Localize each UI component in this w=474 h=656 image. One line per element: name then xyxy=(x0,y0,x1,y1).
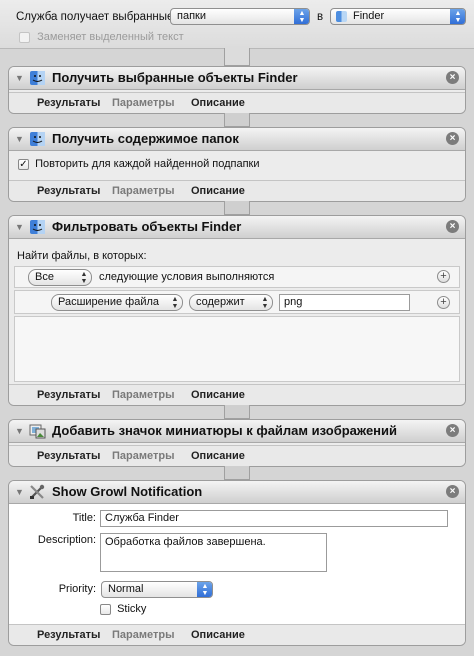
application-value: Finder xyxy=(353,10,385,22)
match-mode-popup[interactable]: Все ▲ ▼ xyxy=(28,269,92,286)
options-tab[interactable]: Параметры xyxy=(112,185,174,197)
action-footer: Результаты Параметры Описание xyxy=(9,92,465,113)
description-tab[interactable]: Описание xyxy=(191,629,245,641)
description-tab[interactable]: Описание xyxy=(191,389,245,401)
results-tab[interactable]: Результаты xyxy=(37,629,100,641)
priority-value: Normal xyxy=(108,583,144,595)
disclosure-triangle-icon[interactable]: ▼ xyxy=(15,73,25,83)
replaces-text-label: Заменяет выделенный текст xyxy=(37,31,184,43)
criterion-attribute-value: Расширение файла xyxy=(58,296,160,308)
disclosure-triangle-icon[interactable]: ▼ xyxy=(15,487,25,497)
add-condition-icon[interactable]: + xyxy=(437,270,450,283)
action-filter-finder-items: ▼ Фильтровать объекты Finder × Найти фай… xyxy=(8,215,466,406)
growl-options-panel: Title: Служба Finder Description: Обрабо… xyxy=(9,504,465,626)
action-header[interactable]: ▼ Получить содержимое папок × xyxy=(9,128,465,151)
sticky-checkbox[interactable] xyxy=(100,603,111,615)
action-footer: Результаты Параметры Описание xyxy=(9,445,465,466)
application-popup[interactable]: Finder ▲ ▼ xyxy=(330,8,466,25)
close-icon[interactable]: × xyxy=(446,220,459,233)
popup-arrows-icon: ▲ ▼ xyxy=(171,295,179,310)
action-add-thumbnail-icon: ▼ Добавить значок миниатюры к файлам изо… xyxy=(8,419,466,467)
action-show-growl-notification: ▼ Show Growl Notification × Title: Служб… xyxy=(8,480,466,646)
description-tab[interactable]: Описание xyxy=(191,97,245,109)
image-thumbnail-icon xyxy=(29,424,46,439)
criteria-empty-area xyxy=(14,316,460,382)
growl-tools-icon xyxy=(30,484,45,499)
finder-icon xyxy=(30,132,45,146)
finder-icon xyxy=(30,71,45,85)
results-tab[interactable]: Результаты xyxy=(37,97,100,109)
criterion-value-field[interactable]: png xyxy=(279,294,410,311)
disclosure-triangle-icon[interactable]: ▼ xyxy=(15,134,25,144)
options-tab[interactable]: Параметры xyxy=(112,97,174,109)
close-icon[interactable]: × xyxy=(446,485,459,498)
disclosure-triangle-icon[interactable]: ▼ xyxy=(15,222,25,232)
in-label: в xyxy=(317,11,324,23)
close-icon[interactable]: × xyxy=(446,132,459,145)
repeat-subfolders-checkbox[interactable]: ✓ xyxy=(18,158,29,170)
results-tab[interactable]: Результаты xyxy=(37,450,100,462)
service-receives-label: Служба получает выбранные xyxy=(16,11,174,23)
action-header[interactable]: ▼ Show Growl Notification × xyxy=(9,481,465,504)
service-input-bar: Служба получает выбранные папки ▲ ▼ в Fin… xyxy=(0,0,474,49)
description-label: Description: xyxy=(37,534,96,546)
criterion-row: Расширение файла ▲ ▼ содержит ▲ ▼ png + xyxy=(14,290,460,314)
popup-arrows-icon: ▲ ▼ xyxy=(197,582,212,597)
priority-label: Priority: xyxy=(58,583,96,595)
finder-icon xyxy=(30,220,45,234)
results-tab[interactable]: Результаты xyxy=(37,185,100,197)
flow-connector xyxy=(224,201,250,215)
action-header[interactable]: ▼ Фильтровать объекты Finder × xyxy=(9,216,465,239)
results-tab[interactable]: Результаты xyxy=(37,389,100,401)
action-header[interactable]: ▼ Получить выбранные объекты Finder × xyxy=(9,67,465,90)
options-tab[interactable]: Параметры xyxy=(112,389,174,401)
notification-title-field[interactable]: Служба Finder xyxy=(100,510,448,527)
popup-arrows-icon: ▲ ▼ xyxy=(261,295,269,310)
add-criterion-icon[interactable]: + xyxy=(437,296,450,309)
action-get-folder-contents: ▼ Получить содержимое папок × ✓ Повторит… xyxy=(8,127,466,202)
close-icon[interactable]: × xyxy=(446,71,459,84)
flow-connector xyxy=(224,48,250,66)
criterion-operator-popup[interactable]: содержит ▲ ▼ xyxy=(189,294,273,311)
close-icon[interactable]: × xyxy=(446,424,459,437)
action-title: Получить выбранные объекты Finder xyxy=(52,70,298,85)
input-type-popup[interactable]: папки ▲ ▼ xyxy=(170,8,310,25)
popup-arrows-icon: ▲ ▼ xyxy=(80,270,88,285)
priority-popup[interactable]: Normal ▲ ▼ xyxy=(101,581,213,598)
action-header[interactable]: ▼ Добавить значок миниатюры к файлам изо… xyxy=(9,420,465,443)
description-tab[interactable]: Описание xyxy=(191,185,245,197)
options-tab[interactable]: Параметры xyxy=(112,629,174,641)
sticky-label: Sticky xyxy=(117,603,147,615)
title-label: Title: xyxy=(72,512,96,524)
options-tab[interactable]: Параметры xyxy=(112,450,174,462)
popup-arrows-icon: ▲ ▼ xyxy=(294,9,309,24)
action-title: Получить содержимое папок xyxy=(52,131,239,146)
input-type-value: папки xyxy=(177,10,206,22)
action-footer: Результаты Параметры Описание xyxy=(9,384,465,405)
flow-connector xyxy=(224,113,250,127)
criterion-attribute-popup[interactable]: Расширение файла ▲ ▼ xyxy=(51,294,183,311)
finder-icon xyxy=(336,11,347,22)
repeat-subfolders-label: Повторить для каждой найденной подпапки xyxy=(35,158,260,170)
replaces-text-checkbox[interactable] xyxy=(19,31,30,43)
flow-connector xyxy=(224,405,250,419)
popup-arrows-icon: ▲ ▼ xyxy=(450,9,465,24)
action-title: Добавить значок миниатюры к файлам изобр… xyxy=(52,423,398,438)
flow-connector xyxy=(224,466,250,480)
action-title: Show Growl Notification xyxy=(52,484,203,499)
match-mode-value: Все xyxy=(35,271,54,283)
notification-description-field[interactable]: Обработка файлов завершена. xyxy=(100,533,327,572)
action-footer: Результаты Параметры Описание xyxy=(9,624,465,645)
description-tab[interactable]: Описание xyxy=(191,450,245,462)
find-files-label: Найти файлы, в которых: xyxy=(17,250,147,262)
match-text: следующие условия выполняются xyxy=(99,271,275,283)
action-title: Фильтровать объекты Finder xyxy=(52,219,242,234)
action-footer: Результаты Параметры Описание xyxy=(9,180,465,201)
action-get-selected-finder-items: ▼ Получить выбранные объекты Finder × Ре… xyxy=(8,66,466,114)
disclosure-triangle-icon[interactable]: ▼ xyxy=(15,426,25,436)
criterion-operator-value: содержит xyxy=(196,296,245,308)
match-row: Все ▲ ▼ следующие условия выполняются + xyxy=(14,266,460,288)
